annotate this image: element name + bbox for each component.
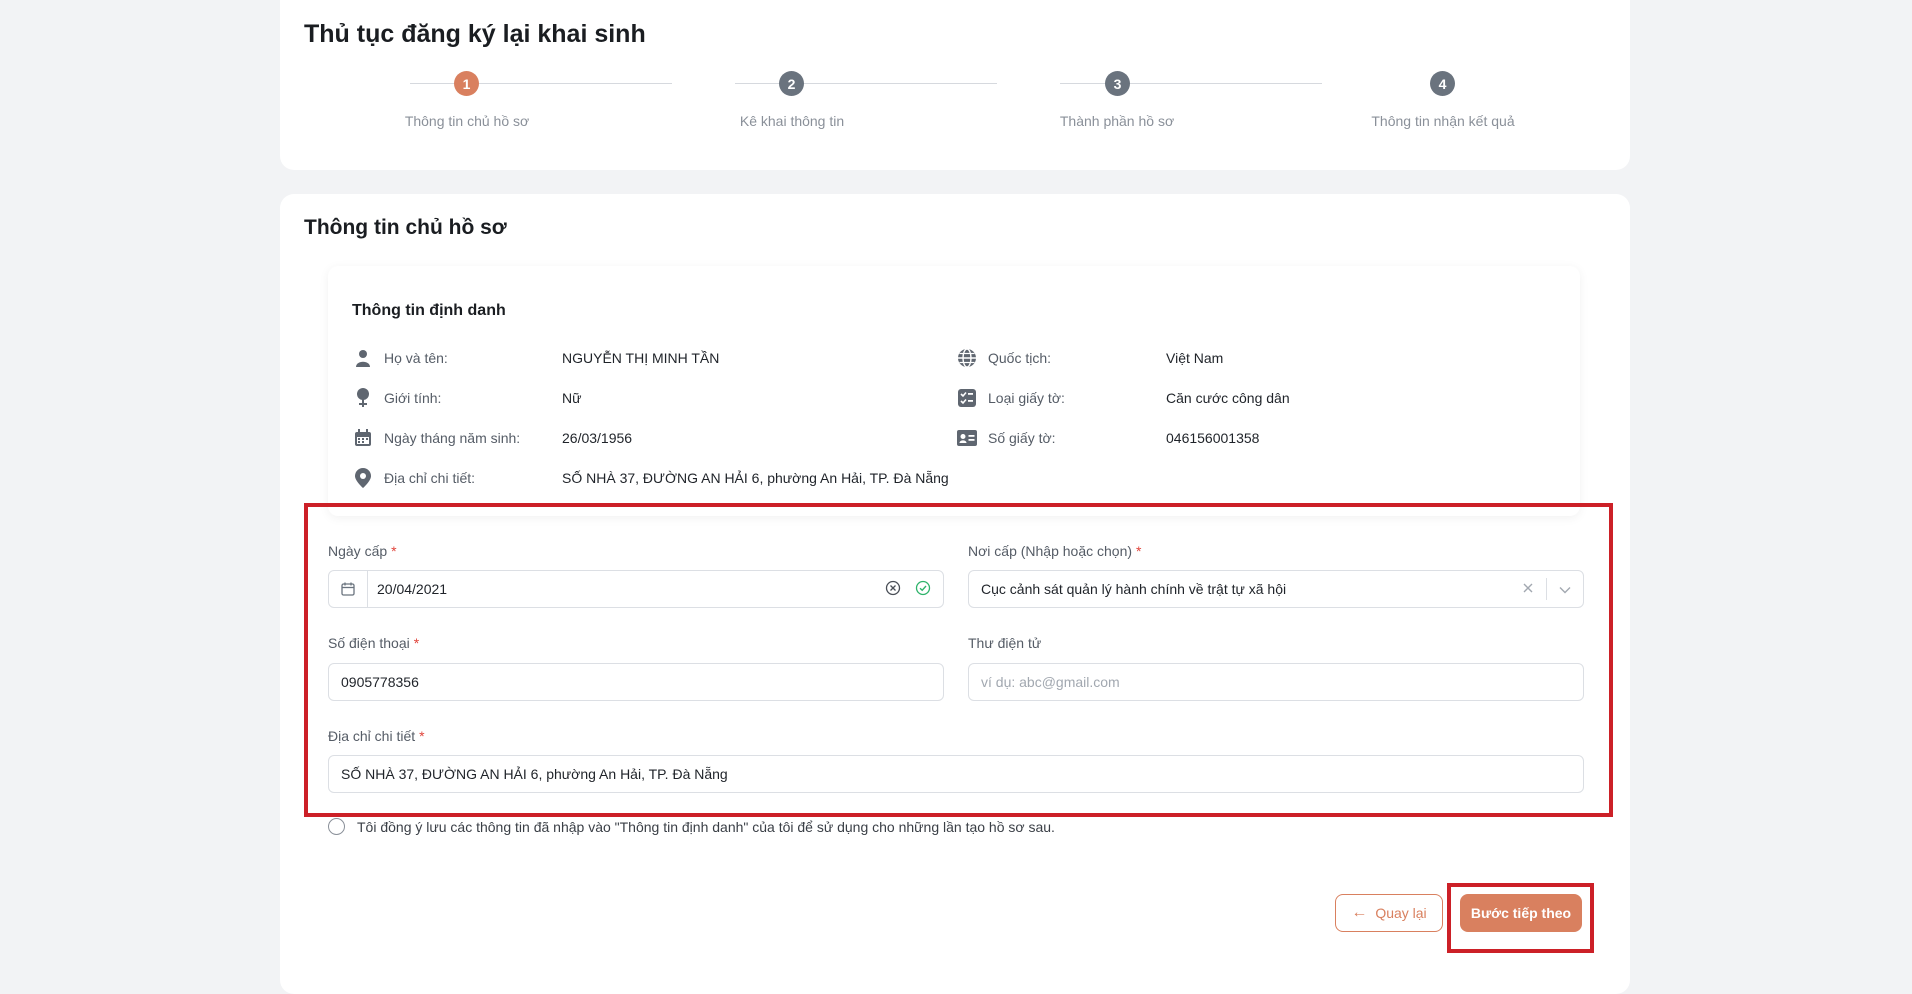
detail-address-input[interactable]: SỐ NHÀ 37, ĐƯỜNG AN HẢI 6, phường An Hải… — [328, 755, 1584, 793]
info-row-gender: Giới tính: Nữ — [352, 386, 581, 410]
back-button[interactable]: ← Quay lại — [1335, 894, 1443, 932]
phone-input[interactable]: 0905778356 — [328, 663, 944, 701]
info-row-dob: Ngày tháng năm sinh: 26/03/1956 — [352, 426, 632, 450]
phone-label: Số điện thoại * — [328, 635, 420, 651]
stepper-card: Thủ tục đăng ký lại khai sinh 1 2 3 4 Th… — [280, 0, 1630, 170]
consent-text: Tôi đồng ý lưu các thông tin đã nhập vào… — [357, 818, 1055, 835]
full-name-label: Họ và tên: — [384, 350, 448, 366]
email-placeholder: ví dụ: abc@gmail.com — [981, 674, 1120, 690]
step-1-circle: 1 — [454, 71, 479, 96]
chevron-down-icon[interactable] — [1559, 581, 1571, 597]
info-row-full-name: Họ và tên: NGUYỄN THỊ MINH TẦN — [352, 346, 719, 370]
page-title: Thủ tục đăng ký lại khai sinh — [304, 20, 646, 48]
section-title: Thông tin chủ hồ sơ — [304, 216, 507, 239]
person-icon — [352, 347, 374, 369]
id-card-icon — [956, 427, 978, 449]
nationality-value: Việt Nam — [1166, 350, 1224, 366]
step-3-label: Thành phần hồ sơ — [1059, 113, 1175, 129]
step-4-circle: 4 — [1430, 71, 1455, 96]
issue-place-select[interactable]: Cục cảnh sát quản lý hành chính về trật … — [968, 570, 1584, 608]
gender-label: Giới tính: — [384, 390, 442, 406]
gender-value: Nữ — [562, 390, 582, 406]
issue-date-input[interactable]: 20/04/2021 — [328, 570, 944, 608]
step-connector — [735, 83, 997, 84]
arrow-left-icon: ← — [1351, 904, 1368, 921]
issue-date-label: Ngày cấp * — [328, 543, 397, 559]
full-name-value: NGUYỄN THỊ MINH TẦN — [562, 350, 720, 366]
calendar-icon[interactable] — [329, 571, 368, 607]
owner-info-card: Thông tin chủ hồ sơ Thông tin định danh … — [280, 194, 1630, 994]
issue-place-label: Nơi cấp (Nhập hoặc chọn) * — [968, 543, 1142, 559]
step-2-label: Kê khai thông tin — [739, 113, 845, 129]
info-row-nationality: Quốc tịch: Việt Nam — [956, 346, 1223, 370]
issue-date-value: 20/04/2021 — [377, 581, 448, 597]
doc-type-label: Loại giấy tờ: — [988, 390, 1065, 406]
checklist-icon — [956, 387, 978, 409]
consent-option[interactable]: Tôi đồng ý lưu các thông tin đã nhập vào… — [328, 818, 1055, 835]
info-row-address: Địa chỉ chi tiết: SỐ NHÀ 37, ĐƯỜNG AN HẢ… — [352, 466, 949, 490]
location-pin-icon — [352, 467, 374, 489]
step-3-circle: 3 — [1105, 71, 1130, 96]
doc-type-value: Căn cước công dân — [1166, 390, 1290, 406]
consent-radio[interactable] — [328, 818, 345, 835]
nationality-label: Quốc tịch: — [988, 350, 1052, 366]
next-step-label: Bước tiếp theo — [1470, 905, 1572, 921]
dob-label: Ngày tháng năm sinh: — [384, 430, 521, 446]
info-row-doc-number: Số giấy tờ: 046156001358 — [956, 426, 1259, 450]
step-1-label: Thông tin chủ hồ sơ — [404, 113, 530, 129]
clear-circle-icon[interactable] — [885, 580, 901, 599]
dob-value: 26/03/1956 — [562, 430, 633, 446]
issue-place-value: Cục cảnh sát quản lý hành chính về trật … — [981, 581, 1287, 597]
doc-number-label: Số giấy tờ: — [988, 430, 1056, 446]
address-value: SỐ NHÀ 37, ĐƯỜNG AN HẢI 6, phường An Hải… — [562, 470, 949, 486]
detail-address-value: SỐ NHÀ 37, ĐƯỜNG AN HẢI 6, phường An Hải… — [341, 766, 728, 782]
identity-title: Thông tin định danh — [352, 302, 506, 319]
calendar-icon — [352, 427, 374, 449]
phone-value: 0905778356 — [341, 674, 419, 690]
doc-number-value: 046156001358 — [1166, 430, 1260, 446]
check-circle-icon — [915, 580, 931, 599]
step-connector — [1060, 83, 1322, 84]
email-input[interactable]: ví dụ: abc@gmail.com — [968, 663, 1584, 701]
next-step-button[interactable]: Bước tiếp theo — [1460, 894, 1582, 932]
globe-icon — [956, 347, 978, 369]
address-label: Địa chỉ chi tiết: — [384, 470, 476, 486]
detail-address-label: Địa chỉ chi tiết * — [328, 728, 425, 744]
gender-icon — [352, 387, 374, 409]
identity-panel: Thông tin định danh Họ và tên: NGUYỄN TH… — [328, 266, 1580, 516]
back-button-label: Quay lại — [1375, 905, 1427, 921]
step-4-label: Thông tin nhận kết quả — [1371, 113, 1515, 129]
email-label: Thư điện tử — [968, 635, 1042, 651]
step-2-circle: 2 — [779, 71, 804, 96]
select-divider — [1546, 578, 1547, 600]
info-row-doc-type: Loại giấy tờ: Căn cước công dân — [956, 386, 1290, 410]
step-connector — [410, 83, 672, 84]
clear-icon[interactable] — [1522, 581, 1534, 597]
